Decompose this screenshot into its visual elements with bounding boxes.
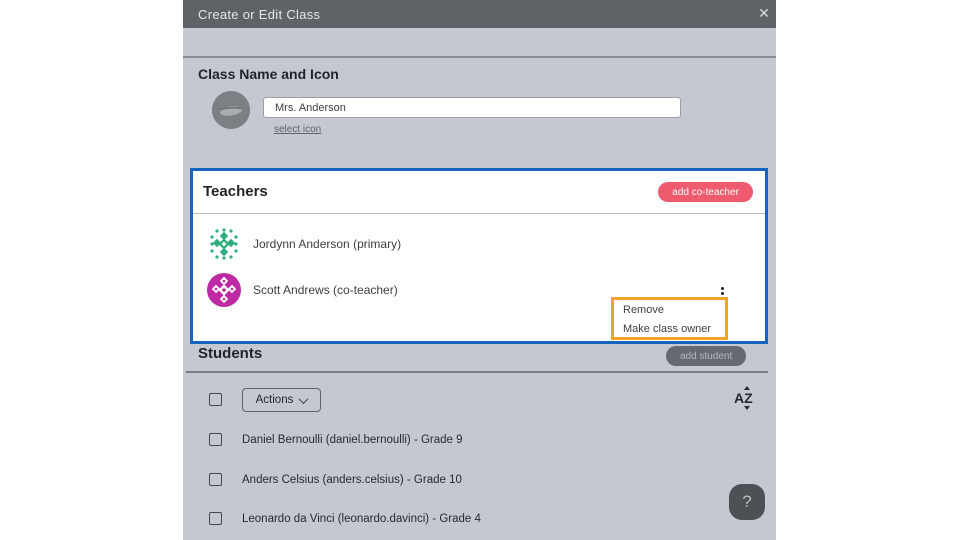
menu-item-remove[interactable]: Remove xyxy=(623,304,664,316)
add-student-button[interactable]: add student xyxy=(666,346,747,366)
help-question-icon: ? xyxy=(742,492,752,511)
select-icon-link[interactable]: select icon xyxy=(274,124,321,135)
teacher-row: Scott Andrews (co-teacher) xyxy=(207,273,398,307)
add-co-teacher-button[interactable]: add co-teacher xyxy=(658,182,753,202)
teacher-context-menu: Remove Make class owner xyxy=(611,297,728,340)
teacher-row: Jordynn Anderson (primary) xyxy=(207,227,401,261)
teachers-heading: Teachers xyxy=(203,183,268,200)
students-divider xyxy=(186,371,768,373)
class-name-heading: Class Name and Icon xyxy=(198,66,339,82)
sort-arrow-icon xyxy=(744,386,750,390)
page: Create or Edit Class ✕ Class Name and Ic… xyxy=(0,0,960,540)
menu-item-make-class-owner[interactable]: Make class owner xyxy=(623,323,711,335)
student-row: Anders Celsius (anders.celsius) - Grade … xyxy=(242,474,462,486)
sort-arrow-icon xyxy=(744,406,750,410)
student-row: Daniel Bernoulli (daniel.bernoulli) - Gr… xyxy=(242,434,463,446)
student-checkbox[interactable] xyxy=(209,512,222,525)
modal-title: Create or Edit Class xyxy=(198,6,321,22)
teacher-name: Scott Andrews (co-teacher) xyxy=(253,283,398,297)
class-icon-avatar[interactable] xyxy=(212,91,250,129)
help-button[interactable]: ? xyxy=(729,484,765,520)
modal-header: Create or Edit Class ✕ xyxy=(183,0,776,28)
student-checkbox[interactable] xyxy=(209,433,222,446)
create-edit-class-modal: Create or Edit Class ✕ Class Name and Ic… xyxy=(183,0,776,540)
student-checkbox[interactable] xyxy=(209,473,222,486)
class-icon-image xyxy=(212,91,250,129)
chevron-down-icon xyxy=(298,393,309,404)
teachers-divider xyxy=(193,213,765,214)
select-all-checkbox[interactable] xyxy=(209,393,222,406)
teacher-avatar-icon xyxy=(210,228,238,260)
students-heading: Students xyxy=(198,345,263,362)
actions-dropdown[interactable]: Actions xyxy=(242,388,321,412)
student-row: Leonardo da Vinci (leonardo.davinci) - G… xyxy=(242,513,481,525)
teacher-name: Jordynn Anderson (primary) xyxy=(253,237,402,251)
sort-alphabetical-icon[interactable]: AZ xyxy=(734,386,753,410)
close-icon[interactable]: ✕ xyxy=(755,4,773,22)
actions-label: Actions xyxy=(255,394,294,406)
class-name-input[interactable] xyxy=(263,97,681,118)
teacher-avatar-icon xyxy=(207,273,241,307)
header-divider xyxy=(183,56,776,58)
